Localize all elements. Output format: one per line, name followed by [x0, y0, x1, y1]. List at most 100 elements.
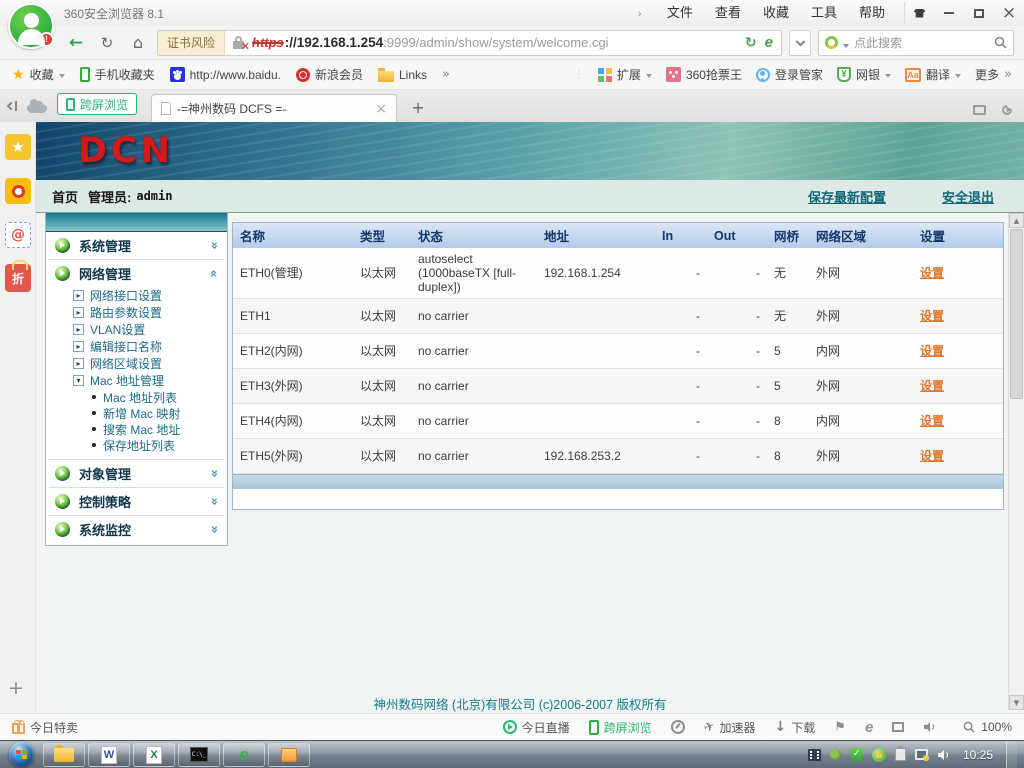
favorites-button[interactable]: 收藏: [12, 66, 65, 83]
sidebar-section-system[interactable]: 系统管理: [46, 232, 227, 259]
logout-link[interactable]: 安全退出: [942, 187, 994, 206]
network-warning-icon[interactable]: [914, 749, 929, 761]
live-stream-button[interactable]: 今日直播: [502, 719, 570, 736]
ticket-grabber-button[interactable]: 360抢票王: [665, 66, 742, 83]
save-config-link[interactable]: 保存最新配置: [808, 187, 886, 206]
volume-icon[interactable]: [937, 749, 950, 761]
menu-collapse-icon[interactable]: ›: [638, 7, 642, 20]
clipboard-tray-icon[interactable]: [894, 746, 906, 761]
mail-icon[interactable]: [5, 222, 31, 248]
configure-link[interactable]: 设置: [920, 449, 944, 463]
session-restore-icon[interactable]: [6, 101, 17, 111]
certificate-risk-badge[interactable]: 证书风险: [158, 30, 226, 55]
speed-mode-icon[interactable]: e: [765, 35, 773, 50]
translate-button[interactable]: 翻译: [905, 66, 962, 83]
sidebar-section-monitor[interactable]: 系统监控: [46, 516, 227, 543]
search-engine-icon[interactable]: [825, 36, 838, 49]
zoom-control[interactable]: 100%: [963, 720, 1012, 734]
sidebar-item-vlan-settings[interactable]: VLAN设置: [46, 321, 227, 338]
sidebar-item-mac-management[interactable]: Mac 地址管理: [46, 372, 227, 389]
sidebar-item-mac-list[interactable]: Mac 地址列表: [46, 389, 227, 405]
sidebar-item-mac-search[interactable]: 搜索 Mac 地址: [46, 421, 227, 437]
page-scrollbar[interactable]: [1008, 213, 1024, 710]
taskbar-word[interactable]: W: [88, 742, 130, 767]
search-engine-caret-icon[interactable]: [843, 43, 849, 48]
menu-view[interactable]: 查看: [704, 0, 752, 26]
bookmark-mobile-favorites[interactable]: 手机收藏夹: [79, 66, 155, 83]
bookmarks-overflow-icon[interactable]: [442, 67, 450, 82]
maximize-button[interactable]: [964, 2, 994, 24]
ie-mode-button[interactable]: e: [865, 720, 873, 735]
reopen-closed-tab-icon[interactable]: [999, 102, 1015, 118]
taskbar-excel[interactable]: X: [133, 742, 175, 767]
media-tray-icon[interactable]: [807, 748, 821, 761]
security-shield-icon[interactable]: [849, 747, 863, 762]
sidebar-item-mac-save[interactable]: 保存地址列表: [46, 437, 227, 453]
scroll-up-arrow[interactable]: [1009, 213, 1024, 228]
weibo-icon[interactable]: [5, 178, 31, 204]
taskbar-explorer[interactable]: [43, 742, 85, 767]
search-box[interactable]: [818, 29, 1014, 56]
start-button[interactable]: [9, 742, 34, 767]
configure-link[interactable]: 设置: [920, 309, 944, 323]
download-button[interactable]: 下载: [775, 719, 815, 736]
bookmark-baidu[interactable]: http://www.baidu.: [169, 67, 281, 82]
online-banking-button[interactable]: 网银: [836, 66, 891, 83]
taskbar-app[interactable]: [268, 742, 310, 767]
login-manager-button[interactable]: 登录管家: [755, 66, 823, 83]
tab-close-icon[interactable]: [375, 101, 387, 117]
minimize-button[interactable]: [934, 2, 964, 24]
search-input[interactable]: [854, 35, 989, 50]
menu-tools[interactable]: 工具: [800, 0, 848, 26]
configure-link[interactable]: 设置: [920, 266, 944, 280]
sidebar-section-policy[interactable]: 控制策略: [46, 488, 227, 515]
bookmark-links-folder[interactable]: Links: [378, 67, 427, 82]
configure-link[interactable]: 设置: [920, 344, 944, 358]
scroll-thumb[interactable]: [1010, 229, 1023, 399]
taskbar-clock[interactable]: 10:25: [963, 748, 993, 762]
sidebar-item-interface-settings[interactable]: 网络接口设置: [46, 287, 227, 304]
search-icon[interactable]: [994, 36, 1007, 49]
back-button[interactable]: [64, 31, 88, 55]
taskbar-cmd[interactable]: [178, 742, 220, 767]
configure-link[interactable]: 设置: [920, 379, 944, 393]
configure-link[interactable]: 设置: [920, 414, 944, 428]
status-dot-icon[interactable]: [829, 749, 841, 760]
favorites-sidebar-icon[interactable]: [5, 134, 31, 160]
cross-screen-status-button[interactable]: 跨屏浏览: [588, 719, 652, 736]
menu-favorites[interactable]: 收藏: [752, 0, 800, 26]
sidebar-section-objects[interactable]: 对象管理: [46, 460, 227, 487]
user-avatar[interactable]: !: [8, 3, 54, 49]
extensions-button[interactable]: 扩展: [597, 66, 652, 83]
safe-lock-icon[interactable]: [871, 747, 886, 762]
booster-button[interactable]: 加速器: [704, 719, 756, 736]
new-tab-button[interactable]: [405, 97, 431, 117]
close-button[interactable]: [994, 2, 1024, 24]
sidebar-item-network-zone[interactable]: 网络区域设置: [46, 355, 227, 372]
discount-shopping-icon[interactable]: [5, 260, 31, 292]
add-sidebar-app-icon[interactable]: [8, 677, 24, 699]
more-button[interactable]: 更多: [975, 66, 1012, 83]
menu-file[interactable]: 文件: [656, 0, 704, 26]
window-mode-button[interactable]: [892, 722, 905, 732]
sidebar-item-mac-add[interactable]: 新增 Mac 映射: [46, 405, 227, 421]
snapshot-icon[interactable]: [973, 105, 986, 115]
sidebar-item-routing-params[interactable]: 路由参数设置: [46, 304, 227, 321]
sidebar-item-edit-interface-name[interactable]: 编辑接口名称: [46, 338, 227, 355]
url-field[interactable]: 证书风险 ✕ https ://192.168.1.254 :9999/admi…: [157, 29, 782, 56]
sidebar-section-network[interactable]: 网络管理: [46, 260, 227, 287]
cross-screen-button[interactable]: 跨屏浏览: [57, 93, 138, 115]
report-button[interactable]: [834, 720, 846, 735]
url-dropdown-button[interactable]: [789, 29, 811, 56]
home-button[interactable]: [126, 31, 150, 55]
compat-mode-icon[interactable]: [745, 35, 757, 51]
menu-help[interactable]: 帮助: [848, 0, 896, 26]
taskbar-360-browser[interactable]: e: [223, 742, 265, 767]
speed-test-button[interactable]: [670, 720, 685, 734]
tab-active[interactable]: -=神州数码 DCFS =-: [151, 94, 398, 122]
scroll-down-arrow[interactable]: [1009, 695, 1024, 710]
skin-button[interactable]: [904, 2, 934, 24]
refresh-button[interactable]: [95, 31, 119, 55]
mute-button[interactable]: [923, 721, 936, 733]
cloud-sync-icon[interactable]: [27, 98, 47, 113]
